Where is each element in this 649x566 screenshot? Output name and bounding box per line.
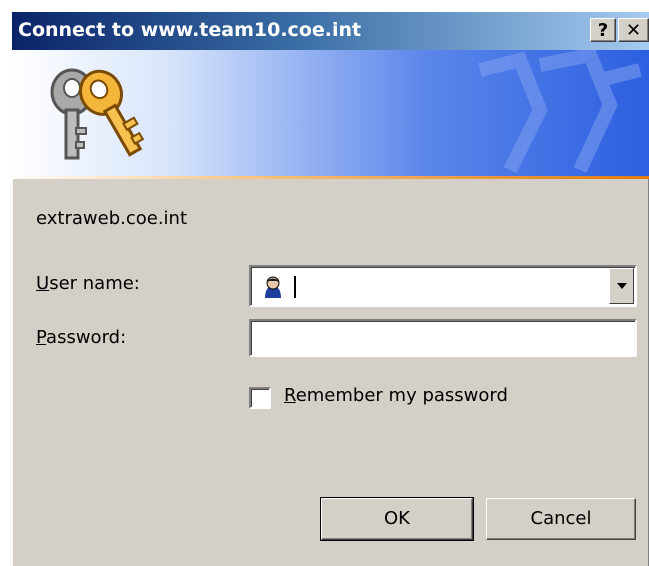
close-button[interactable]: ✕: [618, 18, 649, 42]
username-combobox[interactable]: [249, 265, 637, 307]
password-field[interactable]: [249, 319, 637, 357]
keys-watermark-icon: [478, 50, 642, 174]
text-caret: [294, 276, 296, 298]
title-bar[interactable]: Connect to www.team10.coe.int ? ✕: [12, 12, 649, 50]
chevron-down-icon: [617, 283, 627, 289]
help-button[interactable]: ?: [590, 18, 616, 42]
close-icon: ✕: [625, 20, 642, 41]
banner-accent-bar: [12, 176, 649, 179]
ok-button[interactable]: OK: [321, 498, 473, 540]
keys-icon: [50, 68, 144, 160]
username-dropdown-button[interactable]: [609, 268, 634, 304]
remember-label-rest: emember my password: [295, 385, 508, 406]
username-label-mnemonic: U: [36, 273, 50, 294]
remember-label-mnemonic: R: [284, 385, 296, 406]
remember-password-checkbox[interactable]: [249, 387, 271, 409]
site-label: extraweb.coe.int: [36, 208, 188, 229]
user-icon: [260, 275, 284, 299]
username-label-rest: ser name:: [49, 273, 140, 294]
password-label-mnemonic: P: [36, 327, 47, 348]
cancel-button[interactable]: Cancel: [486, 498, 636, 540]
username-label: User name:: [36, 273, 140, 294]
login-dialog: Connect to www.team10.coe.int ? ✕ extraw…: [12, 12, 649, 566]
window-title: Connect to www.team10.coe.int: [18, 19, 362, 41]
password-label-rest: assword:: [46, 327, 127, 348]
remember-password-label[interactable]: Remember my password: [284, 385, 508, 406]
banner: [12, 50, 649, 176]
password-label: Password:: [36, 327, 126, 348]
